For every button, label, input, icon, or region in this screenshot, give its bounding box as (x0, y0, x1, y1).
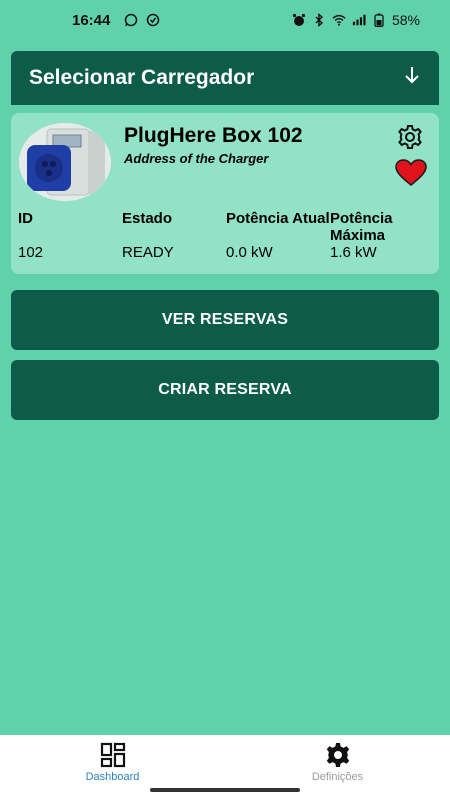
status-left: 16:44 (72, 12, 160, 29)
nav-label-settings: Definições (311, 771, 364, 783)
charger-name: PlugHere Box 102 (124, 124, 303, 147)
charger-card: PlugHere Box 102 Address of the Charger … (11, 113, 439, 274)
view-reservations-button[interactable]: VER RESERVAS (11, 290, 439, 350)
value-id: 102 (18, 244, 44, 261)
bluetooth-icon (312, 13, 326, 27)
battery-icon (372, 13, 386, 27)
home-indicator[interactable] (150, 788, 300, 792)
charger-info-table: ID Estado Potência Atual Potência Máxima… (18, 210, 434, 261)
gear-icon[interactable] (397, 124, 423, 150)
battery-percentage: 58% (391, 12, 420, 28)
status-bar: 16:44 58% (0, 0, 450, 40)
column-header-estado: Estado (122, 210, 173, 227)
charger-selector[interactable]: Selecionar Carregador (11, 51, 439, 105)
value-estado: READY (122, 244, 174, 261)
charger-address: Address of the Charger (124, 151, 269, 166)
status-time: 16:44 (72, 11, 111, 29)
check-circle-icon (146, 13, 160, 27)
value-potencia-atual: 0.0 kW (226, 244, 273, 261)
settings-icon (325, 742, 351, 768)
column-header-id: ID (18, 210, 33, 227)
wifi-icon (332, 13, 346, 27)
value-potencia-maxima: 1.6 kW (330, 244, 377, 261)
status-right: 58% (292, 12, 420, 28)
column-header-potencia-atual: Potência Atual (226, 210, 330, 227)
create-reservation-button[interactable]: CRIAR RESERVA (11, 360, 439, 420)
nav-label-dashboard: Dashboard (85, 771, 140, 783)
favorite-heart-icon[interactable] (395, 159, 427, 187)
dashboard-icon (100, 742, 126, 768)
column-header-potencia-maxima: Potência Máxima (330, 210, 393, 244)
alarm-icon (292, 13, 306, 27)
whatsapp-icon (124, 13, 138, 27)
arrow-down-icon[interactable] (403, 65, 421, 91)
signal-icon (352, 13, 366, 27)
charger-selector-label: Selecionar Carregador (29, 66, 255, 89)
charger-image (19, 123, 111, 201)
